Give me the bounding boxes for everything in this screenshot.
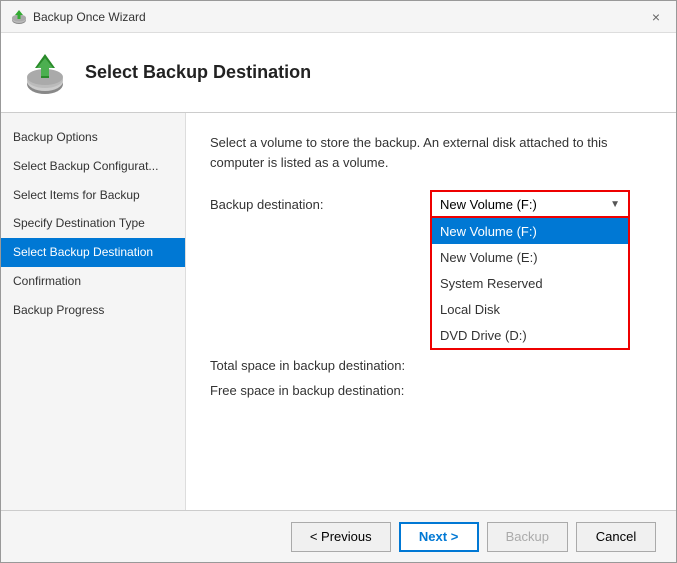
description-text: Select a volume to store the backup. An … bbox=[210, 133, 652, 172]
sidebar-item-confirmation[interactable]: Confirmation bbox=[1, 267, 185, 296]
dropdown-option-0[interactable]: New Volume (F:) bbox=[432, 218, 628, 244]
main-content: Select a volume to store the backup. An … bbox=[186, 113, 676, 510]
free-space-label: Free space in backup destination: bbox=[210, 383, 430, 398]
header-area: Select Backup Destination bbox=[1, 33, 676, 113]
dropdown-option-3[interactable]: Local Disk bbox=[432, 296, 628, 322]
cancel-button[interactable]: Cancel bbox=[576, 522, 656, 552]
app-icon bbox=[11, 9, 27, 25]
previous-button[interactable]: < Previous bbox=[291, 522, 391, 552]
header-icon bbox=[21, 49, 69, 97]
destination-label: Backup destination: bbox=[210, 197, 430, 212]
title-bar: Backup Once Wizard × bbox=[1, 1, 676, 33]
form-row-total-space: Total space in backup destination: bbox=[210, 358, 652, 373]
sidebar-item-backup-options[interactable]: Backup Options bbox=[1, 123, 185, 152]
dropdown-selected-value[interactable]: New Volume (F:) ▼ bbox=[430, 190, 630, 218]
dropdown-option-1[interactable]: New Volume (E:) bbox=[432, 244, 628, 270]
next-button[interactable]: Next > bbox=[399, 522, 479, 552]
sidebar-item-select-items[interactable]: Select Items for Backup bbox=[1, 181, 185, 210]
dropdown-option-4[interactable]: DVD Drive (D:) bbox=[432, 322, 628, 348]
close-button[interactable]: × bbox=[646, 7, 666, 27]
total-space-label: Total space in backup destination: bbox=[210, 358, 430, 373]
sidebar-item-specify-dest-type[interactable]: Specify Destination Type bbox=[1, 209, 185, 238]
title-bar-title: Backup Once Wizard bbox=[33, 10, 146, 24]
dropdown-current-value: New Volume (F:) bbox=[440, 197, 537, 212]
sidebar-item-select-config[interactable]: Select Backup Configurat... bbox=[1, 152, 185, 181]
sidebar-item-backup-progress[interactable]: Backup Progress bbox=[1, 296, 185, 325]
dropdown-arrow-icon: ▼ bbox=[610, 199, 620, 210]
dropdown-option-2[interactable]: System Reserved bbox=[432, 270, 628, 296]
sidebar: Backup Options Select Backup Configurat.… bbox=[1, 113, 186, 510]
body-area: Backup Options Select Backup Configurat.… bbox=[1, 113, 676, 510]
dropdown-list: New Volume (F:) New Volume (E:) System R… bbox=[430, 218, 630, 350]
backup-button[interactable]: Backup bbox=[487, 522, 568, 552]
footer: < Previous Next > Backup Cancel bbox=[1, 510, 676, 562]
backup-destination-dropdown[interactable]: New Volume (F:) ▼ New Volume (F:) New Vo… bbox=[430, 190, 630, 218]
form-row-free-space: Free space in backup destination: bbox=[210, 383, 652, 398]
sidebar-item-select-backup-dest[interactable]: Select Backup Destination bbox=[1, 238, 185, 267]
title-bar-left: Backup Once Wizard bbox=[11, 9, 146, 25]
wizard-window: Backup Once Wizard × Select Backup Desti… bbox=[0, 0, 677, 563]
header-title: Select Backup Destination bbox=[85, 62, 311, 83]
form-row-destination: Backup destination: New Volume (F:) ▼ Ne… bbox=[210, 190, 652, 218]
